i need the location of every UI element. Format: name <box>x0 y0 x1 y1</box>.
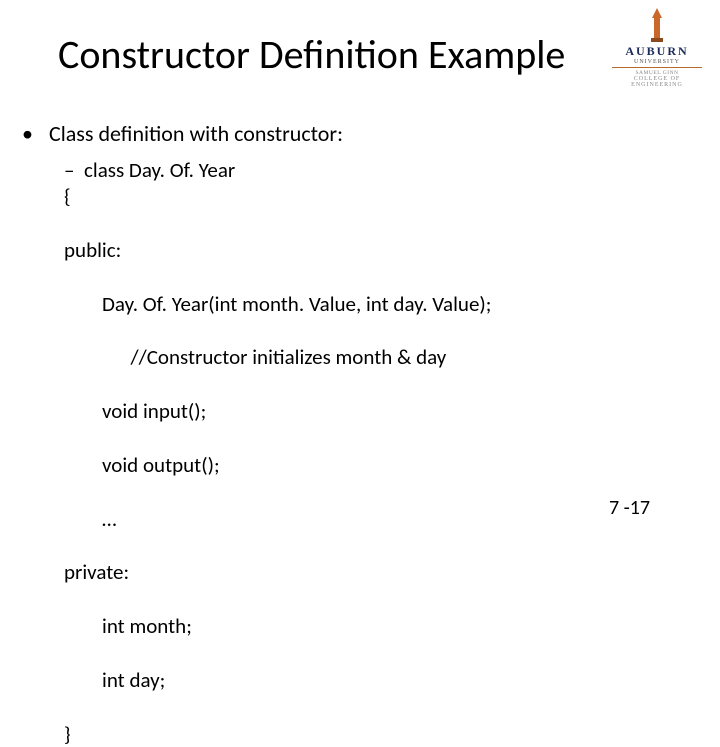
bullet-level2: –class Day. Of. Year { public: Day. Of. … <box>20 156 660 747</box>
bullet-text: Class definition with constructor: <box>49 120 343 147</box>
slide: AUBURN UNIVERSITY SAMUEL GINN COLLEGE OF… <box>0 0 720 540</box>
code-line: void input(); <box>64 398 660 424</box>
code-line: private: <box>64 559 660 585</box>
code-line: public: <box>64 237 660 263</box>
code-line: Day. Of. Year(int month. Value, int day.… <box>64 291 660 317</box>
auburn-logo: AUBURN UNIVERSITY SAMUEL GINN COLLEGE OF… <box>612 8 702 88</box>
code-line: … <box>64 506 660 532</box>
code-line: int day; <box>64 667 660 693</box>
slide-number: 7 -17 <box>609 496 650 520</box>
code-line: void output(); <box>64 452 660 478</box>
code-line: //Constructor initializes month & day <box>64 344 660 370</box>
tower-icon <box>646 8 668 42</box>
code-line: int month; <box>64 613 660 639</box>
slide-body: Class definition with constructor: –clas… <box>20 120 660 747</box>
code-line: } <box>64 721 660 747</box>
dash-bullet: – <box>64 157 84 183</box>
code-line: { <box>64 183 660 209</box>
logo-text-university: UNIVERSITY <box>612 59 702 65</box>
bullet-level1: Class definition with constructor: –clas… <box>20 120 660 747</box>
code-block: –class Day. Of. Year { public: Day. Of. … <box>64 157 660 747</box>
logo-divider <box>612 67 702 68</box>
logo-text-line2: COLLEGE OF ENGINEERING <box>612 76 702 88</box>
code-line: class Day. Of. Year <box>84 157 235 183</box>
slide-title: Constructor Definition Example <box>58 30 565 79</box>
logo-text-auburn: AUBURN <box>612 44 702 59</box>
